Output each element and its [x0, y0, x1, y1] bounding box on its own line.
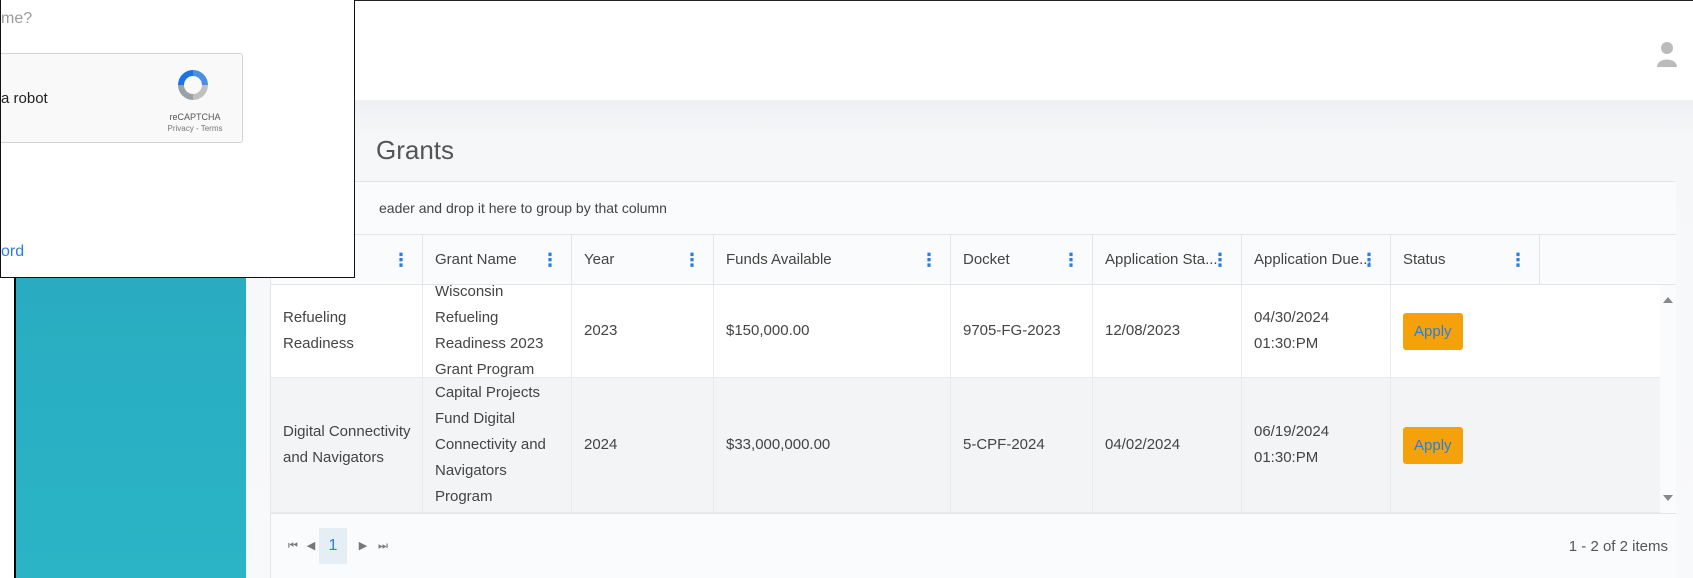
column-menu-icon[interactable]: ⋮: [392, 235, 410, 285]
column-header-docket[interactable]: Docket ⋮: [951, 235, 1093, 285]
column-header-label: Grant Name: [435, 251, 517, 268]
column-header-label: Status: [1403, 251, 1446, 268]
column-header-grant-name[interactable]: Grant Name ⋮: [423, 235, 572, 285]
cell-program: Digital Connectivity and Navigators: [271, 378, 423, 512]
column-header-label: Year: [584, 251, 615, 268]
cell-application-due: 04/30/2024 01:30:PM: [1242, 285, 1391, 377]
cell-year: 2024: [572, 378, 714, 512]
cell-docket: 5-CPF-2024: [951, 378, 1093, 512]
first-page-icon[interactable]: ⏮: [285, 536, 301, 556]
vertical-scrollbar[interactable]: [1660, 285, 1676, 513]
last-page-icon[interactable]: ⏭: [375, 536, 391, 556]
cell-docket: 9705-FG-2023: [951, 285, 1093, 377]
next-page-icon[interactable]: ▶: [355, 536, 371, 556]
cell-application-start: 04/02/2024: [1093, 378, 1242, 512]
cell-funds-available: $150,000.00: [714, 285, 951, 377]
cell-grant-name: Wisconsin Refueling Readiness 2023 Grant…: [423, 283, 572, 378]
table-row[interactable]: Refueling Readiness Wisconsin Refueling …: [271, 283, 1660, 378]
table-row[interactable]: Digital Connectivity and Navigators Capi…: [271, 378, 1660, 513]
column-menu-icon[interactable]: ⋮: [1360, 235, 1378, 285]
cell-funds-available: $33,000,000.00: [714, 378, 951, 512]
recaptcha-icon: [178, 70, 208, 100]
not-a-robot-label[interactable]: a robot: [1, 90, 48, 107]
group-drop-panel[interactable]: eader and drop it here to group by that …: [271, 182, 1676, 235]
apply-button[interactable]: Apply: [1403, 426, 1463, 464]
scroll-down-icon[interactable]: [1663, 495, 1673, 501]
cell-status: Apply: [1391, 378, 1540, 512]
column-header-status[interactable]: Status ⋮: [1391, 235, 1540, 285]
column-header-application-start[interactable]: Application Sta... ⋮: [1093, 235, 1242, 285]
column-menu-icon[interactable]: ⋮: [1062, 235, 1080, 285]
prev-page-icon[interactable]: ◀: [303, 536, 319, 556]
recaptcha-widget[interactable]: a robot reCAPTCHA Privacy - Terms: [1, 53, 243, 143]
column-menu-icon[interactable]: ⋮: [920, 235, 938, 285]
recaptcha-brand: reCAPTCHA: [169, 112, 221, 122]
grants-grid: eader and drop it here to group by that …: [270, 181, 1676, 578]
column-header-year[interactable]: Year ⋮: [572, 235, 714, 285]
column-header-label: Application Sta...: [1105, 251, 1218, 268]
column-header-funds-available[interactable]: Funds Available ⋮: [714, 235, 951, 285]
cell-application-start: 12/08/2023: [1093, 285, 1242, 377]
cell-year: 2023: [572, 285, 714, 377]
column-header-label: Application Due...: [1254, 251, 1372, 268]
column-menu-icon[interactable]: ⋮: [683, 235, 701, 285]
login-popup: me? a robot reCAPTCHA Privacy - Terms or…: [0, 0, 355, 278]
pager-info: 1 - 2 of 2 items: [1568, 538, 1668, 555]
cell-program: Refueling Readiness: [271, 285, 423, 377]
column-menu-icon[interactable]: ⋮: [1211, 235, 1229, 285]
forgot-password-link[interactable]: ord: [1, 243, 24, 261]
column-menu-icon[interactable]: ⋮: [541, 235, 559, 285]
column-header-application-due[interactable]: Application Due... ⋮: [1242, 235, 1391, 285]
user-icon[interactable]: [1656, 41, 1678, 67]
scroll-up-icon[interactable]: [1663, 297, 1673, 303]
cell-status: Apply: [1391, 285, 1540, 377]
cell-grant-name: Capital Projects Fund Digital Connectivi…: [423, 378, 572, 512]
pager: ⏮ ◀ 1 ▶ ⏭ 1 - 2 of 2 items: [271, 513, 1676, 578]
grid-header-row: ⋮ Grant Name ⋮ Year ⋮ Funds Available ⋮ …: [271, 235, 1676, 285]
page-title: Grants: [376, 135, 455, 165]
column-menu-icon[interactable]: ⋮: [1509, 235, 1527, 285]
page-number-current[interactable]: 1: [319, 528, 347, 564]
apply-button[interactable]: Apply: [1403, 312, 1463, 350]
column-header-label: Funds Available: [726, 251, 832, 268]
recaptcha-privacy-terms[interactable]: Privacy - Terms: [151, 124, 239, 133]
column-header-label: Docket: [963, 251, 1010, 268]
cell-application-due: 06/19/2024 01:30:PM: [1242, 378, 1391, 512]
remember-me-label: me?: [1, 10, 33, 27]
